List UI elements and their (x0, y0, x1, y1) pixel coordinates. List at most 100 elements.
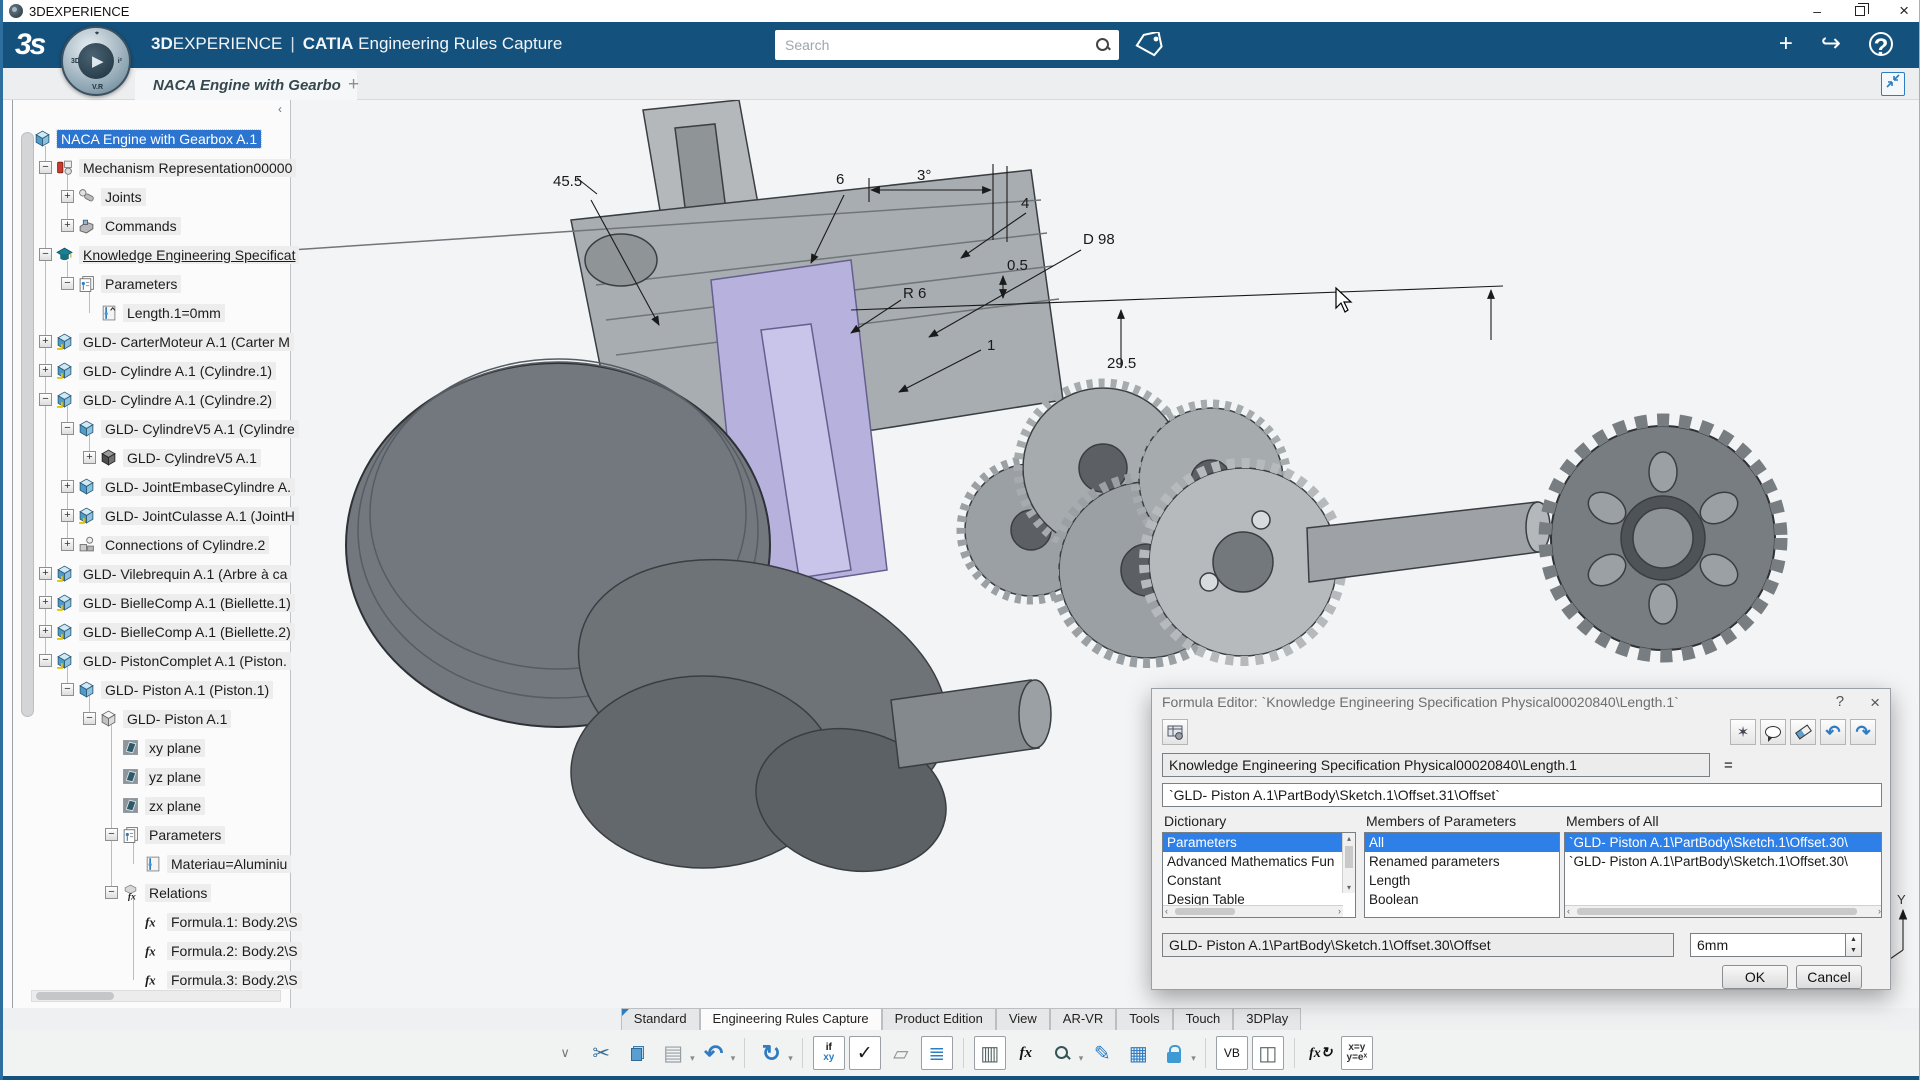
tree-item-label[interactable]: Commands (101, 217, 181, 235)
collapse-expander-icon[interactable]: − (39, 161, 52, 174)
tree-item-label[interactable]: Mechanism Representation00000 (79, 159, 296, 177)
tree-row[interactable]: + Commands (3, 211, 290, 240)
collapse-expander-icon[interactable]: − (39, 393, 52, 406)
tree-item-label[interactable]: Materiau=Aluminiu (167, 855, 291, 873)
part-blue-axis-icon[interactable] (56, 594, 74, 611)
expand-expander-icon[interactable]: + (39, 567, 52, 580)
workbench-tab-engineering-rules-capture[interactable]: Engineering Rules Capture (700, 1008, 882, 1030)
tree-row[interactable]: yz plane (3, 762, 290, 791)
mechanism-icon[interactable] (56, 159, 74, 176)
tree-row[interactable]: fxFormula.2: Body.2\S (3, 936, 290, 965)
tree-row[interactable]: zx plane (3, 791, 290, 820)
part-white-icon[interactable] (100, 710, 118, 727)
tree-row[interactable]: Length.1=0mm (3, 298, 290, 327)
expand-expander-icon[interactable]: + (39, 335, 52, 348)
dictionary-item[interactable]: Advanced Mathematics Fun (1163, 852, 1355, 871)
lock-parameters-icon[interactable] (1158, 1036, 1190, 1070)
param-length-icon[interactable] (100, 304, 118, 321)
tree-item-label[interactable]: GLD- Piston A.1 (123, 710, 231, 728)
paste-dropdown-icon[interactable]: ▾ (690, 1053, 695, 1064)
tree-item-label[interactable]: zx plane (145, 797, 205, 815)
dictionary-item[interactable]: Constant (1163, 871, 1355, 890)
cut-icon[interactable]: ✂ (585, 1036, 617, 1070)
update-dropdown-icon[interactable]: ▾ (788, 1053, 793, 1064)
tree-row[interactable]: −Mechanism Representation00000 (3, 153, 290, 182)
tree-row[interactable]: NACA Engine with Gearbox A.1 (3, 124, 290, 153)
parameter-search-dropdown-icon[interactable]: ▾ (1079, 1053, 1084, 1064)
tree-item-label[interactable]: GLD- Piston A.1 (Piston.1) (101, 681, 273, 699)
collapse-expander-icon[interactable]: − (61, 277, 74, 290)
dictionary-vscroll[interactable]: ▴▾ (1342, 833, 1355, 893)
relations-icon[interactable]: fx (122, 884, 140, 901)
joints-icon[interactable] (78, 188, 96, 205)
tree-row[interactable]: +GLD- JointCulasse A.1 (JointH (3, 501, 290, 530)
annotate-icon[interactable]: ✎ (1086, 1036, 1118, 1070)
toolbar-options-icon[interactable]: ∨ (549, 1036, 581, 1070)
workbench-tab-product-edition[interactable]: Product Edition (882, 1008, 996, 1030)
undo-icon[interactable]: ↶ (1820, 719, 1846, 745)
connections-icon[interactable] (78, 536, 96, 553)
tree-item-label[interactable]: GLD- Cylindre A.1 (Cylindre.1) (79, 362, 276, 380)
paste-icon[interactable]: ▤ (657, 1036, 689, 1070)
tree-item-label[interactable]: GLD- Cylindre A.1 (Cylindre.2) (79, 391, 276, 409)
document-tab[interactable]: NACA Engine with Gearbo (135, 70, 357, 100)
expand-expander-icon[interactable]: + (39, 596, 52, 609)
members-of-all-hscroll[interactable]: ‹› (1565, 905, 1882, 917)
part-blue-axis-icon[interactable] (56, 362, 74, 379)
expand-expander-icon[interactable]: + (61, 219, 74, 232)
members-of-parameters-item[interactable]: Length (1365, 871, 1559, 890)
members-of-all-list[interactable]: `GLD- Piston A.1\PartBody\Sketch.1\Offse… (1564, 832, 1882, 918)
tree-horizontal-scrollbar[interactable] (31, 990, 281, 1002)
plane-icon[interactable] (122, 739, 140, 756)
members-of-parameters-item[interactable]: All (1365, 833, 1559, 852)
expand-expander-icon[interactable]: + (39, 364, 52, 377)
tree-item-label[interactable]: Knowledge Engineering Specificat (79, 246, 299, 264)
workbench-tab-tools[interactable]: Tools (1116, 1008, 1172, 1030)
plane-icon[interactable] (122, 797, 140, 814)
dialog-title-bar[interactable]: Formula Editor: `Knowledge Engineering S… (1152, 689, 1890, 715)
tree-item-label[interactable]: Formula.3: Body.2\S (167, 971, 302, 989)
collapse-expander-icon[interactable]: − (39, 654, 52, 667)
undo-icon[interactable]: ↶ (698, 1036, 730, 1070)
collapse-expander-icon[interactable]: − (105, 886, 118, 899)
share-icon[interactable]: ↪ (1821, 30, 1841, 58)
ok-button[interactable]: OK (1722, 965, 1788, 989)
commands-icon[interactable] (78, 217, 96, 234)
workbench-tab-view[interactable]: View (996, 1008, 1050, 1030)
3d-compass[interactable]: ⌖ 3D i² ▶ V.R (61, 26, 131, 96)
expand-expander-icon[interactable]: + (61, 509, 74, 522)
parameter-search-icon[interactable] (1046, 1036, 1078, 1070)
tree-row[interactable]: −Knowledge Engineering Specificat (3, 240, 290, 269)
compass-center[interactable]: ▶ (78, 43, 114, 79)
tree-row[interactable]: +Connections of Cylindre.2 (3, 530, 290, 559)
expand-expander-icon[interactable]: + (83, 451, 96, 464)
tree-item-label[interactable]: GLD- PistonComplet A.1 (Piston. (79, 652, 291, 670)
collapse-expander-icon[interactable]: − (39, 248, 52, 261)
tree-row[interactable]: +GLD- CylindreV5 A.1 (3, 443, 290, 472)
tree-item-label[interactable]: GLD- CarterMoteur A.1 (Carter M (79, 333, 294, 351)
part-blue-axis-icon[interactable] (56, 333, 74, 350)
part-blue-axis-icon[interactable] (56, 652, 74, 669)
tree-item-label[interactable]: Parameters (101, 275, 181, 293)
tree-row[interactable]: xy plane (3, 733, 290, 762)
lock-parameters-dropdown-icon[interactable]: ▾ (1191, 1053, 1196, 1064)
members-of-parameters-list[interactable]: AllRenamed parametersLengthBoolean (1364, 832, 1560, 918)
tree-row[interactable]: − Parameters (3, 269, 290, 298)
add-content-icon[interactable]: + (1779, 30, 1793, 58)
tree-row[interactable]: +GLD- CarterMoteur A.1 (Carter M (3, 327, 290, 356)
parameters-explorer-icon[interactable]: ▥ (974, 1036, 1006, 1070)
dictionary-list[interactable]: ParametersAdvanced Mathematics FunConsta… (1162, 832, 1356, 918)
param-sheet-icon[interactable] (144, 855, 162, 872)
vb-macro-icon[interactable]: VB (1216, 1036, 1248, 1070)
expand-expander-icon[interactable]: + (61, 480, 74, 493)
rule-editor-icon[interactable]: ifxy (813, 1036, 845, 1070)
minimize-button[interactable]: – (1813, 0, 1821, 22)
members-of-parameters-item[interactable]: Renamed parameters (1365, 852, 1559, 871)
update-icon[interactable]: ↻ (755, 1036, 787, 1070)
workbench-tab-standard[interactable]: Standard (621, 1008, 700, 1030)
collapse-expander-icon[interactable]: − (105, 828, 118, 841)
plane-icon[interactable] (122, 768, 140, 785)
tree-row[interactable]: +Joints (3, 182, 290, 211)
collapse-expander-icon[interactable]: − (83, 712, 96, 725)
part-blue-axis-icon[interactable] (78, 507, 96, 524)
